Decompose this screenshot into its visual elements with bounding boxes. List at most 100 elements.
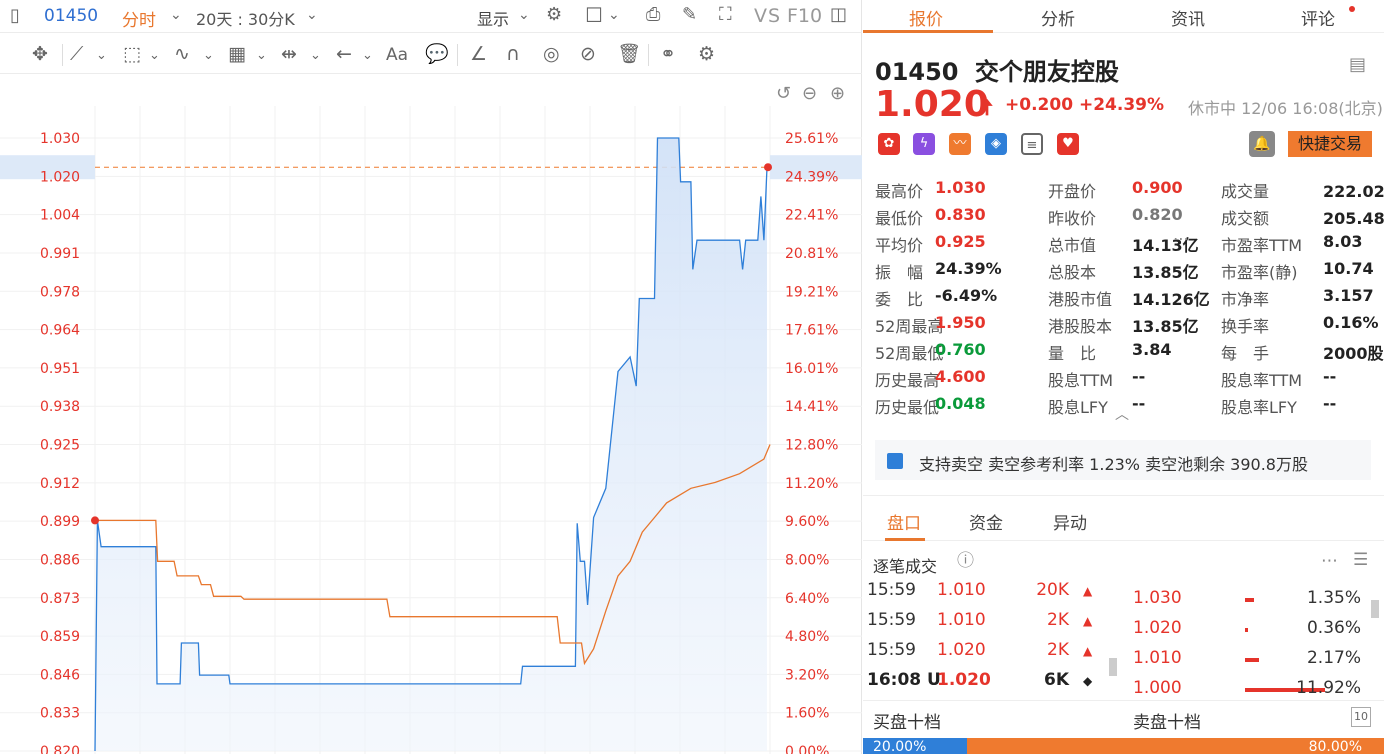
collapse-icon[interactable]: ︿ [1115,408,1129,422]
short-sell-banner[interactable]: 支持卖空 卖空参考利率 1.23% 卖空池剩余 390.8万股 [875,440,1371,480]
quote-label: 振 幅 [875,263,924,282]
chart-icon[interactable]: 〰 [949,133,971,155]
quote-label: 历史最高 [875,371,940,390]
f10-button[interactable]: F10 [787,5,822,27]
trash-icon[interactable]: 🗑 [617,45,641,64]
text-tool-icon[interactable]: Aa [386,47,408,64]
fib-tool-icon[interactable]: ▦ [228,45,246,64]
heart-icon[interactable]: ♥ [1057,133,1079,155]
square-icon[interactable]: ☐ [585,5,603,25]
quote-value: -- [1132,367,1146,386]
trade-scrollbar[interactable] [1109,658,1117,676]
quote-label: 52周最高 [875,317,944,336]
tab-comments[interactable]: 评论 [1301,5,1335,30]
subtab-capital[interactable]: 资金 [969,509,1003,534]
quote-value: 8.03 [1323,232,1363,251]
quick-trade-button[interactable]: 快捷交易 [1288,131,1372,157]
chevron-down-icon[interactable]: ⌄ [96,49,107,62]
zoom-out-icon[interactable]: ⊖ [802,83,817,104]
chevron-down-icon[interactable]: ⌄ [608,8,620,22]
wave-tool-icon[interactable]: ∿ [174,45,190,64]
quote-value: 0.820 [1132,205,1183,224]
trade-time: 16:08 U [867,670,941,690]
zoom-in-icon[interactable]: ⊕ [830,83,845,104]
chevron-down-icon[interactable]: ⌄ [310,49,321,62]
level-volume-bar [1245,658,1259,662]
rect-tool-icon[interactable]: ⬚ [123,45,141,64]
range-selector[interactable]: 20天 : 30分K [196,6,295,30]
tab-quote[interactable]: 报价 [909,5,943,30]
chevron-down-icon[interactable]: ⌄ [170,8,182,22]
chevron-down-icon[interactable]: ⌄ [518,8,530,22]
trade-price: 1.010 [937,610,986,630]
trade-dir: ◆ [1083,674,1093,688]
gear-icon[interactable]: ⚙ [546,6,562,24]
panel-toggle-icon[interactable]: ◫ [830,6,847,24]
trade-dir: ▲ [1083,584,1093,598]
hk-icon[interactable]: ✿ [878,133,900,155]
chevron-down-icon[interactable]: ⌄ [149,49,160,62]
move-icon[interactable]: ✥ [32,45,48,64]
right-tick-label: 1.60% [785,706,829,722]
comment-icon[interactable]: 💬 [425,45,449,64]
measure-tool-icon[interactable]: ⇹ [281,45,297,64]
left-tick-label: 1.004 [40,208,80,224]
subtab-anomaly[interactable]: 异动 [1053,509,1087,534]
angle-icon[interactable]: ∠ [470,45,487,64]
reset-icon[interactable]: ↺ [776,83,791,104]
right-tick-label: 4.80% [785,629,829,645]
info-icon[interactable]: ⓘ [957,553,974,570]
tag-icon[interactable]: ◈ [985,133,1007,155]
chevron-down-icon[interactable]: ⌄ [203,49,214,62]
quote-label: 市盈率TTM [1221,236,1303,255]
left-tick-label: 0.899 [40,514,80,530]
ten-level-icon[interactable]: 10 [1351,707,1371,727]
fullscreen-icon[interactable]: ⛶ [719,6,732,24]
chevron-down-icon[interactable]: ⌄ [362,49,373,62]
chevron-down-icon[interactable]: ⌄ [306,8,318,22]
tab-news[interactable]: 资讯 [1171,5,1205,30]
tab-analysis[interactable]: 分析 [1041,5,1075,30]
quote-value: 0.830 [935,205,986,224]
period-selector[interactable]: 分时 [122,6,156,31]
trade-vol: 2K [1047,640,1069,660]
detail-icon[interactable]: ▤ [1349,56,1366,74]
quote-label: 港股股本 [1048,317,1113,336]
left-tick-label: 0.964 [40,323,80,339]
bell-icon[interactable]: 🔔 [1249,131,1275,157]
book-subtabs: 盘口 资金 异动 [863,495,1384,541]
magnet-icon[interactable]: ∩ [506,45,520,64]
quote-value: 1.950 [935,313,986,332]
right-tick-label: 8.00% [785,552,829,568]
short-sell-icon [887,453,903,469]
quote-label: 52周最低 [875,344,944,363]
display-menu[interactable]: 显示 [477,6,509,30]
more-info-icon[interactable]: ⋯ [1173,231,1189,247]
list-icon[interactable]: ☰ [1353,552,1368,569]
quote-label: 开盘价 [1048,182,1097,201]
arrow-tool-icon[interactable]: ← [336,45,352,64]
level-scrollbar[interactable] [1371,600,1379,618]
quote-label: 股息LFY [1048,398,1108,417]
chart-pane: ▯ 01450 分时 ⌄ 20天 : 30分K ⌄ 显示 ⌄ ⚙ ☐ ⌄ ⎙ ✎… [0,0,862,754]
price-chart[interactable]: 1.030 1.020 1.004 0.991 0.978 0.964 0.951 0.938… [0,76,862,754]
lightning-icon[interactable]: ϟ [913,133,935,155]
settings-icon[interactable]: ⚙ [698,45,715,64]
hide-icon[interactable]: ⊘ [580,45,596,64]
sidebar-toggle-icon[interactable]: ▯ [10,7,20,25]
right-tick-label: 3.20% [785,667,829,683]
bid-label: 买盘十档 [873,713,941,733]
compare-button[interactable]: VS [754,5,781,27]
quote-label: 股息率TTM [1221,371,1303,390]
overlay-icon[interactable]: ⚭ [660,45,676,64]
note-icon[interactable]: ≡ [1021,133,1043,155]
pencil-icon[interactable]: ✎ [682,6,697,24]
quote-label: 市净率 [1221,290,1270,309]
line-tool-icon[interactable]: ⟋ [70,45,83,64]
more-icon[interactable]: ⋯ [1321,553,1338,570]
chart-topbar: ▯ 01450 分时 ⌄ 20天 : 30分K ⌄ 显示 ⌄ ⚙ ☐ ⌄ ⎙ ✎… [0,0,862,33]
subtab-orderbook[interactable]: 盘口 [887,509,921,534]
camera-icon[interactable]: ⎙ [646,6,660,24]
lock-eye-icon[interactable]: ◎ [543,45,560,64]
chevron-down-icon[interactable]: ⌄ [256,49,267,62]
